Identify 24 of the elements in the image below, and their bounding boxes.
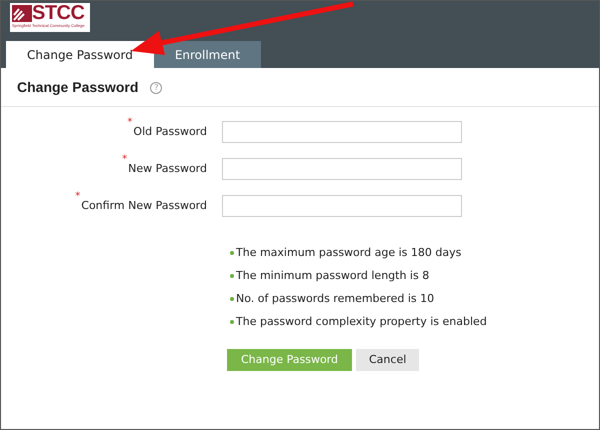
page-title: Change Password: [17, 78, 138, 97]
rule-text: No. of passwords remembered is 10: [236, 291, 434, 306]
required-mark: *: [122, 154, 128, 165]
help-icon[interactable]: ?: [150, 82, 162, 94]
password-field[interactable]: [222, 195, 462, 217]
logo-text: STCC: [32, 3, 84, 23]
rule-text: The password complexity property is enabled: [236, 314, 487, 329]
tab[interactable]: Enrollment: [154, 41, 262, 68]
bullet-icon: [230, 274, 234, 278]
password-field[interactable]: [222, 121, 462, 143]
tab[interactable]: Change Password: [6, 41, 154, 68]
required-mark: *: [127, 118, 132, 128]
bullet-icon: [230, 296, 234, 300]
bullet-icon: [230, 250, 234, 254]
field-label: Old Password: [133, 124, 207, 140]
rule-text: The maximum password age is 180 days: [236, 245, 462, 260]
required-mark: *: [75, 192, 80, 202]
field-label: New Password: [128, 160, 207, 177]
field-label: Confirm New Password: [81, 198, 207, 214]
cancel-button[interactable]: Cancel: [356, 349, 420, 371]
rule-text: The minimum password length is 8: [236, 268, 430, 283]
bullet-icon: [230, 320, 234, 324]
change-password-button[interactable]: Change Password: [227, 349, 352, 371]
password-field[interactable]: [222, 158, 462, 180]
